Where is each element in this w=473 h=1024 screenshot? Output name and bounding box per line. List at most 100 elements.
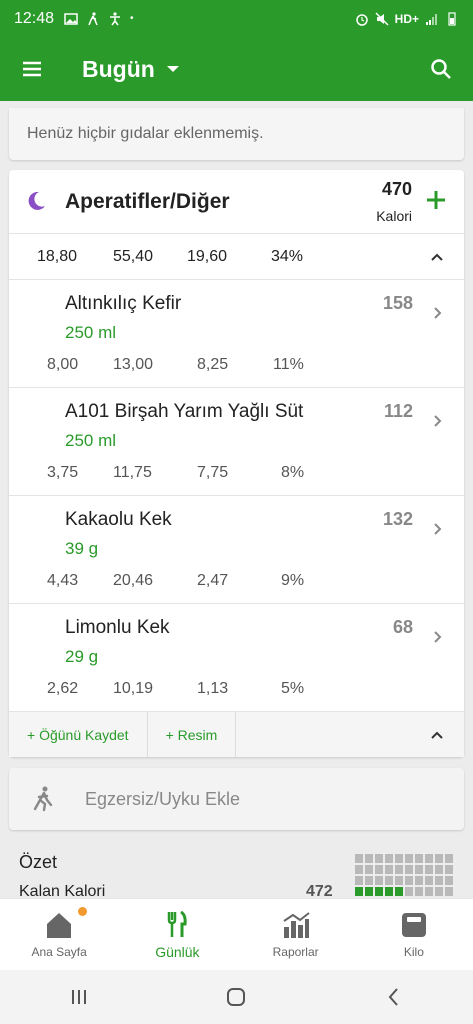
nav-reports[interactable]: Raporlar bbox=[237, 899, 355, 970]
walking-icon bbox=[88, 11, 98, 25]
save-meal-button[interactable]: + Öğünü Kaydet bbox=[9, 711, 148, 758]
recent-apps-icon[interactable] bbox=[68, 986, 90, 1008]
food-amount: 250 ml bbox=[65, 431, 117, 450]
battery-icon bbox=[448, 11, 456, 26]
food-nutrient: 2,62 bbox=[47, 680, 79, 697]
food-nutrient: 1,13 bbox=[197, 680, 229, 697]
grid-cell bbox=[405, 854, 413, 863]
meal-calories: 470 Kalori bbox=[376, 179, 412, 224]
food-item[interactable]: A101 Birşah Yarım Yağlı Süt 250 ml 112 3… bbox=[9, 388, 464, 496]
grid-cell bbox=[405, 876, 413, 885]
back-icon[interactable] bbox=[383, 986, 405, 1008]
grid-cell bbox=[385, 865, 393, 874]
food-nutrient: 8,25 bbox=[197, 356, 229, 373]
status-notification-icons: • bbox=[64, 11, 134, 26]
grid-cell bbox=[365, 865, 373, 874]
grid-cell bbox=[395, 876, 403, 885]
food-nutrient: 9% bbox=[281, 572, 305, 589]
collapse-footer-chevron-icon[interactable] bbox=[430, 728, 444, 742]
food-nutrient: 8,00 bbox=[47, 356, 79, 373]
meal-calories-unit: Kalori bbox=[376, 208, 412, 224]
moon-icon bbox=[28, 191, 45, 210]
hamburger-icon bbox=[23, 61, 41, 77]
food-amount: 29 g bbox=[65, 647, 99, 666]
nav-label: Ana Sayfa bbox=[31, 944, 87, 959]
grid-cell bbox=[385, 876, 393, 885]
chevron-right-icon bbox=[434, 523, 442, 535]
meal-calories-value: 470 bbox=[381, 179, 412, 199]
dropdown-caret-icon bbox=[166, 66, 179, 72]
food-item[interactable]: Altınkılıç Kefir 250 ml 158 8,00 13,00 8… bbox=[9, 280, 464, 388]
grid-cell bbox=[375, 876, 383, 885]
grid-cell bbox=[415, 887, 423, 896]
nav-diary[interactable]: Günlük bbox=[118, 899, 236, 970]
nav-label: Kilo bbox=[403, 944, 424, 959]
reports-chart-icon bbox=[283, 911, 310, 938]
scale-icon bbox=[401, 912, 426, 937]
accessibility-icon bbox=[110, 11, 121, 25]
grid-cell bbox=[395, 887, 403, 896]
menu-button[interactable] bbox=[0, 37, 64, 101]
add-food-button[interactable] bbox=[424, 188, 448, 212]
network-label: HD+ bbox=[394, 11, 419, 26]
food-nutrient: 20,46 bbox=[113, 572, 154, 589]
food-name: Kakaolu Kek bbox=[65, 509, 172, 530]
grid-cell bbox=[445, 854, 453, 863]
grid-cell bbox=[355, 865, 363, 874]
grid-cell bbox=[405, 887, 413, 896]
home-circle-icon[interactable] bbox=[225, 986, 247, 1008]
grid-cell bbox=[365, 887, 373, 896]
fork-knife-icon bbox=[168, 910, 188, 937]
chevron-right-icon bbox=[434, 307, 442, 319]
mute-icon bbox=[375, 11, 389, 26]
food-nutrient: 10,19 bbox=[113, 680, 154, 697]
grid-cell bbox=[425, 865, 433, 874]
food-nutrient: 4,43 bbox=[47, 572, 79, 589]
food-calories: 132 bbox=[382, 509, 413, 529]
food-nutrient: 7,75 bbox=[197, 464, 229, 481]
grid-cell bbox=[375, 854, 383, 863]
status-bar: 12:48 • HD+ bbox=[0, 0, 473, 37]
grid-cell bbox=[425, 854, 433, 863]
grid-cell bbox=[445, 865, 453, 874]
total-value: 34% bbox=[271, 248, 304, 265]
meal-header: Aperatifler/Diğer 470 Kalori bbox=[9, 170, 464, 234]
bottom-navigation: Ana Sayfa Günlük Raporlar Kilo bbox=[0, 898, 473, 970]
add-exercise-button[interactable]: Egzersiz/Uyku Ekle bbox=[9, 768, 464, 830]
grid-cell bbox=[365, 876, 373, 885]
search-button[interactable] bbox=[409, 37, 473, 101]
system-navigation-bar bbox=[0, 970, 473, 1024]
alarm-icon bbox=[355, 13, 368, 26]
add-picture-button[interactable]: + Resim bbox=[148, 711, 237, 758]
running-icon bbox=[33, 786, 53, 812]
chevron-right-icon bbox=[434, 631, 442, 643]
food-nutrient: 8% bbox=[281, 464, 305, 481]
food-item[interactable]: Kakaolu Kek 39 g 132 4,43 20,46 2,47 9% bbox=[9, 496, 464, 604]
grid-cell bbox=[425, 876, 433, 885]
grid-cell bbox=[435, 854, 443, 863]
nav-home[interactable]: Ana Sayfa bbox=[0, 899, 118, 970]
food-item[interactable]: Limonlu Kek 29 g 68 2,62 10,19 1,13 5% bbox=[9, 604, 464, 712]
nav-weight[interactable]: Kilo bbox=[355, 899, 473, 970]
grid-cell bbox=[415, 876, 423, 885]
total-value: 55,40 bbox=[113, 248, 154, 265]
food-calories: 112 bbox=[383, 401, 413, 421]
grid-cell bbox=[355, 887, 363, 896]
collapse-chevron-icon[interactable] bbox=[430, 250, 444, 264]
dot-icon: • bbox=[130, 13, 134, 24]
grid-cell bbox=[415, 854, 423, 863]
total-value: 19,60 bbox=[187, 248, 228, 265]
grid-cell bbox=[445, 876, 453, 885]
food-name: Limonlu Kek bbox=[65, 617, 170, 638]
notification-badge bbox=[78, 907, 87, 916]
add-exercise-label: Egzersiz/Uyku Ekle bbox=[85, 788, 241, 809]
food-nutrient: 3,75 bbox=[47, 464, 79, 481]
meal-card: Aperatifler/Diğer 470 Kalori 18,80 55,40… bbox=[9, 170, 464, 758]
date-selector[interactable]: Bugün bbox=[82, 56, 179, 83]
grid-cell bbox=[415, 865, 423, 874]
food-amount: 250 ml bbox=[65, 323, 117, 342]
grid-cell bbox=[405, 865, 413, 874]
nav-label: Günlük bbox=[155, 943, 200, 960]
summary-section[interactable]: Özet Kalan Kalori 472 bbox=[0, 842, 473, 900]
food-amount: 39 g bbox=[65, 539, 99, 558]
